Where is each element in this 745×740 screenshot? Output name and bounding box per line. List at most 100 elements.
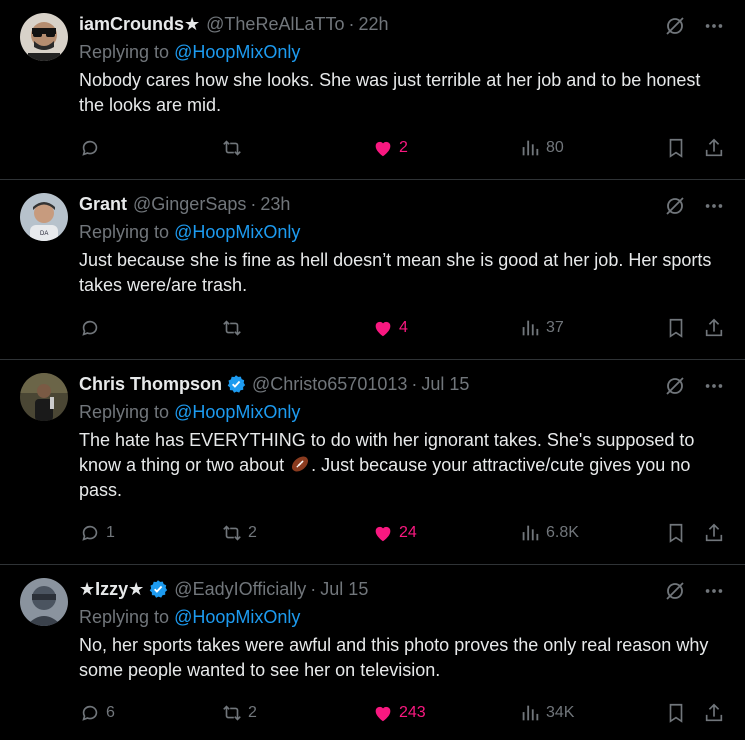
views-button[interactable]: 80 bbox=[519, 134, 564, 162]
handle[interactable]: @GingerSaps bbox=[133, 194, 246, 215]
bookmark-button[interactable] bbox=[665, 134, 687, 162]
views-icon bbox=[522, 140, 539, 156]
replying-to: Replying to @HoopMixOnly bbox=[79, 40, 729, 64]
grok-icon[interactable] bbox=[663, 194, 687, 218]
timestamp[interactable]: Jul 15 bbox=[421, 374, 469, 395]
share-icon bbox=[705, 703, 723, 722]
replying-to: Replying to @HoopMixOnly bbox=[79, 220, 729, 244]
grok-icon[interactable] bbox=[663, 579, 687, 603]
more-icon[interactable] bbox=[703, 580, 725, 602]
timestamp[interactable]: 23h bbox=[260, 194, 290, 215]
tweet[interactable]: DA Grant @GingerSaps · 23h Replying to @… bbox=[0, 180, 745, 360]
verified-badge-icon bbox=[148, 579, 168, 599]
heart-icon bbox=[375, 321, 391, 337]
handle[interactable]: @Christo65701013 bbox=[252, 374, 407, 395]
grok-icon[interactable] bbox=[663, 14, 687, 38]
like-button[interactable]: 2 bbox=[372, 134, 408, 162]
timestamp[interactable]: 22h bbox=[359, 14, 389, 35]
handle[interactable]: @TheReAlLaTTo bbox=[206, 14, 344, 35]
tweet-text: Nobody cares how she looks. She was just… bbox=[79, 70, 701, 115]
verified-badge-icon bbox=[226, 374, 246, 394]
mention-link[interactable]: @HoopMixOnly bbox=[174, 42, 300, 62]
action-bar: 2 80 bbox=[79, 134, 729, 162]
display-name[interactable]: Chris Thompson bbox=[79, 374, 222, 395]
mention-link[interactable]: @HoopMixOnly bbox=[174, 607, 300, 627]
replying-to-label: Replying to bbox=[79, 222, 170, 242]
view-count: 6.8K bbox=[546, 524, 579, 541]
retweet-icon bbox=[223, 525, 241, 541]
retweet-button[interactable]: 2 bbox=[221, 699, 257, 727]
view-count: 34K bbox=[546, 704, 575, 721]
reply-button[interactable]: 1 bbox=[79, 519, 115, 547]
like-count: 2 bbox=[399, 139, 408, 156]
display-name[interactable]: Grant bbox=[79, 194, 127, 215]
avatar[interactable]: DA bbox=[20, 193, 68, 241]
views-icon bbox=[522, 525, 539, 541]
tweet-top-actions bbox=[663, 194, 725, 218]
like-button[interactable]: 24 bbox=[372, 519, 417, 547]
like-button[interactable]: 243 bbox=[372, 699, 426, 727]
more-icon[interactable] bbox=[703, 375, 725, 397]
views-button[interactable]: 37 bbox=[519, 314, 564, 342]
bookmark-button[interactable] bbox=[665, 519, 687, 547]
heart-icon bbox=[375, 141, 391, 157]
replying-to-label: Replying to bbox=[79, 607, 170, 627]
american-football-emoji bbox=[289, 453, 311, 475]
separator-dot: · bbox=[348, 13, 355, 34]
retweet-button[interactable] bbox=[221, 314, 248, 342]
bookmark-button[interactable] bbox=[665, 314, 687, 342]
heart-icon bbox=[375, 706, 391, 722]
share-button[interactable] bbox=[703, 134, 725, 162]
replying-to-label: Replying to bbox=[79, 42, 170, 62]
share-button[interactable] bbox=[703, 314, 725, 342]
action-bar: 6 2 243 34K bbox=[79, 699, 729, 727]
tweet[interactable]: ★Izzy★ @EadyIOfficially · Jul 15 Replyin… bbox=[0, 565, 745, 740]
share-button[interactable] bbox=[703, 519, 725, 547]
views-button[interactable]: 6.8K bbox=[519, 519, 579, 547]
bookmark-button[interactable] bbox=[665, 699, 687, 727]
avatar[interactable] bbox=[20, 578, 68, 626]
bookmark-icon bbox=[669, 318, 683, 338]
svg-text:DA: DA bbox=[40, 231, 48, 237]
replying-to: Replying to @HoopMixOnly bbox=[79, 400, 729, 424]
mention-link[interactable]: @HoopMixOnly bbox=[174, 402, 300, 422]
retweet-button[interactable] bbox=[221, 134, 248, 162]
tweet-text: The hate has EVERYTHING to do with her i… bbox=[79, 428, 729, 503]
share-icon bbox=[705, 318, 723, 337]
mention-link[interactable]: @HoopMixOnly bbox=[174, 222, 300, 242]
share-icon bbox=[705, 523, 723, 542]
more-icon[interactable] bbox=[703, 195, 725, 217]
views-button[interactable]: 34K bbox=[519, 699, 574, 727]
share-button[interactable] bbox=[703, 699, 725, 727]
display-name[interactable]: iamCrounds★ bbox=[79, 14, 200, 35]
tweet-top-actions bbox=[663, 579, 725, 603]
reply-feed: iamCrounds★ @TheReAlLaTTo · 22h Replying… bbox=[0, 0, 745, 740]
display-name[interactable]: ★Izzy★ bbox=[79, 579, 144, 600]
like-button[interactable]: 4 bbox=[372, 314, 408, 342]
reply-icon bbox=[82, 320, 98, 336]
retweet-button[interactable]: 2 bbox=[221, 519, 257, 547]
handle[interactable]: @EadyIOfficially bbox=[174, 579, 306, 600]
action-bar: 1 2 24 6.8K bbox=[79, 519, 729, 547]
heart-icon bbox=[375, 526, 391, 542]
bookmark-icon bbox=[669, 703, 683, 723]
reply-button[interactable]: 6 bbox=[79, 699, 115, 727]
view-count: 80 bbox=[546, 139, 564, 156]
tweet[interactable]: Chris Thompson @Christo65701013 · Jul 15… bbox=[0, 360, 745, 565]
timestamp[interactable]: Jul 15 bbox=[320, 579, 368, 600]
like-count: 24 bbox=[399, 524, 417, 541]
grok-icon[interactable] bbox=[663, 374, 687, 398]
separator-dot: · bbox=[310, 578, 317, 599]
avatar[interactable] bbox=[20, 373, 68, 421]
reply-count: 6 bbox=[106, 704, 115, 721]
reply-button[interactable] bbox=[79, 134, 106, 162]
bookmark-icon bbox=[669, 523, 683, 543]
like-count: 4 bbox=[399, 319, 408, 336]
retweet-icon bbox=[223, 320, 241, 336]
tweet[interactable]: iamCrounds★ @TheReAlLaTTo · 22h Replying… bbox=[0, 0, 745, 180]
reply-button[interactable] bbox=[79, 314, 106, 342]
more-icon[interactable] bbox=[703, 15, 725, 37]
avatar[interactable] bbox=[20, 13, 68, 61]
replying-to-label: Replying to bbox=[79, 402, 170, 422]
like-count: 243 bbox=[399, 704, 426, 721]
